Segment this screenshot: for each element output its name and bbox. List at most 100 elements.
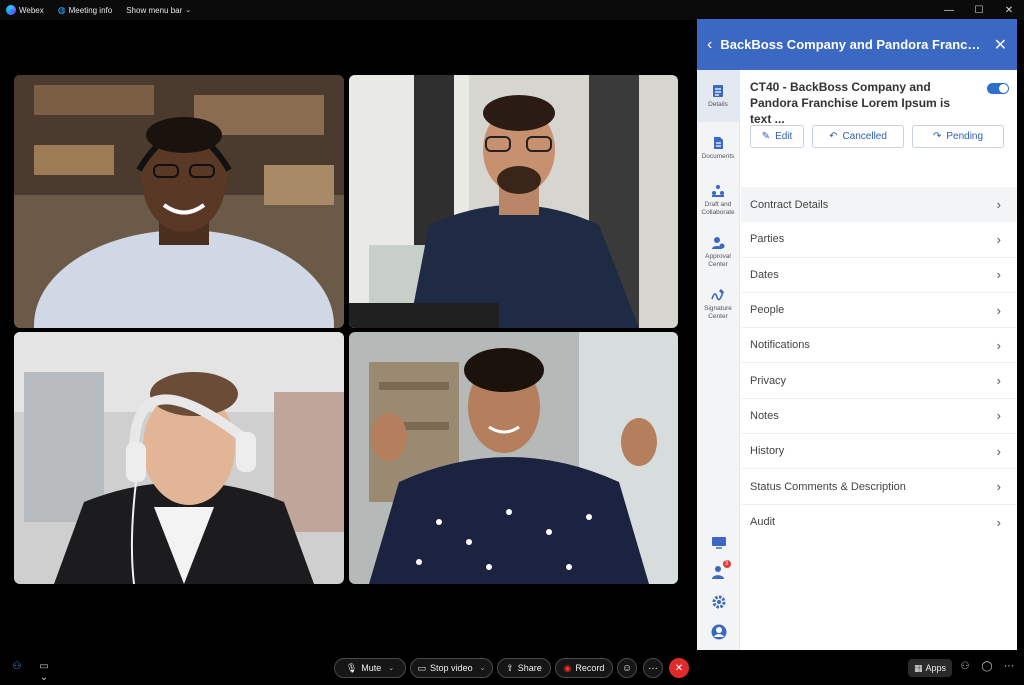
chevron-down-icon[interactable]: ⌄ bbox=[480, 664, 486, 672]
apps-button[interactable]: ▦ Apps bbox=[908, 659, 952, 677]
nav-label: Signature Center bbox=[704, 305, 732, 320]
nav-item-documents[interactable]: Documents bbox=[697, 122, 739, 174]
cancelled-label: Cancelled bbox=[842, 131, 887, 142]
action-buttons: ✎ Edit ↶ Cancelled ↷ Pending bbox=[750, 125, 1004, 148]
video-tile-participant-4[interactable] bbox=[349, 332, 678, 584]
undo-arrow-icon: ↶ bbox=[829, 131, 838, 142]
chevron-down-icon[interactable]: ⌄ bbox=[388, 664, 394, 672]
chat-dropdown-icon[interactable]: ▭ ⌄ bbox=[34, 661, 54, 683]
section-status-comments[interactable]: Status Comments & Description › bbox=[741, 469, 1017, 505]
approval-icon bbox=[712, 237, 725, 250]
chevron-right-icon: › bbox=[996, 408, 1001, 424]
chevron-right-icon: › bbox=[996, 302, 1001, 318]
globe-icon: ◍ bbox=[57, 4, 66, 15]
stop-video-label: Stop video bbox=[430, 663, 473, 673]
section-label: History bbox=[750, 445, 785, 458]
chevron-right-icon: › bbox=[996, 514, 1001, 530]
microphone-icon: 🎙︎ bbox=[345, 662, 358, 673]
title-bar: Webex ◍ Meeting info Show menu bar ⌄ — ☐… bbox=[0, 0, 1024, 20]
record-dot-icon: ◉ bbox=[563, 662, 572, 673]
video-tile-participant-2[interactable] bbox=[349, 75, 678, 328]
apps-label: Apps bbox=[925, 663, 947, 673]
section-parties[interactable]: Parties › bbox=[741, 222, 1017, 258]
screen-share-icon[interactable] bbox=[711, 534, 727, 550]
webex-app-label: Webex bbox=[6, 5, 44, 15]
participant-video bbox=[349, 332, 678, 584]
collaborate-icon bbox=[712, 185, 724, 198]
participant-status-icon[interactable]: ⚇ bbox=[10, 661, 24, 675]
section-dates[interactable]: Dates › bbox=[741, 258, 1017, 293]
meeting-info-button[interactable]: ◍ Meeting info bbox=[58, 5, 112, 16]
mute-button[interactable]: 🎙︎ Mute ⌄ bbox=[334, 658, 406, 678]
smiley-icon: ☺ bbox=[621, 662, 633, 674]
video-tile-participant-1[interactable] bbox=[14, 75, 344, 328]
reactions-button[interactable]: ☺ bbox=[617, 658, 637, 678]
section-label: Notes bbox=[750, 409, 779, 422]
section-audit[interactable]: Audit › bbox=[741, 505, 1017, 540]
more-options-button[interactable]: ··· bbox=[643, 658, 663, 678]
section-people[interactable]: People › bbox=[741, 293, 1017, 329]
show-menu-bar-label: Show menu bar bbox=[126, 5, 183, 15]
share-screen-icon: ⇪ bbox=[506, 662, 514, 673]
maximize-button[interactable]: ☐ bbox=[964, 0, 994, 20]
share-label: Share bbox=[517, 663, 542, 673]
pending-button[interactable]: ↷ Pending bbox=[912, 125, 1004, 148]
nav-label: Approval Center bbox=[705, 253, 731, 268]
details-icon bbox=[713, 84, 723, 97]
edit-button[interactable]: ✎ Edit bbox=[750, 125, 804, 148]
section-history[interactable]: History › bbox=[741, 434, 1017, 470]
side-navigation: Details Documents Draft and Collaborate … bbox=[697, 70, 740, 650]
more-dots-icon: ··· bbox=[648, 662, 658, 674]
end-meeting-button[interactable]: ✕ bbox=[669, 658, 689, 678]
signature-icon bbox=[711, 289, 724, 301]
app-name: Webex bbox=[19, 5, 44, 15]
section-label: Status Comments & Description bbox=[750, 480, 906, 493]
more-panels-icon[interactable]: ⋯ bbox=[1002, 661, 1016, 675]
minimize-button[interactable]: — bbox=[934, 0, 964, 20]
notifications-user-icon[interactable]: 3 bbox=[711, 560, 731, 580]
mute-label: Mute bbox=[361, 663, 382, 673]
section-notifications[interactable]: Notifications › bbox=[741, 328, 1017, 364]
nav-item-signature-center[interactable]: Signature Center bbox=[697, 278, 739, 330]
profile-avatar-icon[interactable] bbox=[711, 624, 727, 640]
forward-arrow-icon: ↷ bbox=[932, 131, 942, 142]
chevron-right-icon: › bbox=[996, 443, 1001, 459]
chevron-right-icon: › bbox=[996, 267, 1001, 283]
participants-icon[interactable]: ⚇ bbox=[958, 661, 972, 675]
apps-grid-icon: ▦ bbox=[913, 662, 923, 673]
section-label: Notifications bbox=[750, 339, 810, 352]
nav-item-approval-center[interactable]: Approval Center bbox=[697, 226, 739, 278]
share-button[interactable]: ⇪ Share bbox=[497, 658, 551, 678]
chevron-right-icon: › bbox=[996, 337, 1001, 353]
chevron-right-icon: › bbox=[996, 197, 1001, 213]
settings-gear-icon[interactable] bbox=[711, 594, 727, 610]
section-notes[interactable]: Notes › bbox=[741, 399, 1017, 435]
stop-video-button[interactable]: ▭ Stop video ⌄ bbox=[410, 658, 493, 678]
record-toggle[interactable] bbox=[987, 83, 1009, 94]
back-chevron-icon[interactable]: ‹ bbox=[707, 36, 712, 54]
record-label: Record bbox=[575, 663, 605, 673]
panel-header: ‹ BackBoss Company and Pandora Franchise… bbox=[697, 19, 1017, 70]
section-contract-details[interactable]: Contract Details › bbox=[741, 187, 1017, 223]
chevron-right-icon: › bbox=[996, 373, 1001, 389]
documents-icon bbox=[714, 136, 723, 149]
section-privacy[interactable]: Privacy › bbox=[741, 363, 1017, 399]
chat-icon[interactable]: ◯ bbox=[980, 661, 994, 675]
cancelled-button[interactable]: ↶ Cancelled bbox=[812, 125, 904, 148]
video-camera-icon: ▭ bbox=[417, 662, 427, 673]
record-button[interactable]: ◉ Record bbox=[555, 658, 613, 678]
chevron-right-icon: › bbox=[996, 231, 1001, 247]
nav-item-details[interactable]: Details bbox=[697, 70, 739, 122]
chevron-right-icon: › bbox=[996, 479, 1001, 495]
video-tile-participant-3[interactable] bbox=[14, 332, 344, 584]
record-title: CT40 - BackBoss Company and Pandora Fran… bbox=[750, 80, 951, 126]
window-close-button[interactable]: ✕ bbox=[994, 0, 1024, 20]
meeting-info-label: Meeting info bbox=[68, 5, 113, 15]
meeting-controls-bar: ⚇ ▭ ⌄ 🎙︎ Mute ⌄ ▭ Stop video ⌄ ⇪ Share ◉… bbox=[0, 650, 1024, 685]
pending-label: Pending bbox=[946, 131, 984, 142]
panel-title: BackBoss Company and Pandora Franchise..… bbox=[720, 37, 986, 52]
nav-item-draft-collaborate[interactable]: Draft and Collaborate bbox=[697, 174, 739, 226]
section-label: Dates bbox=[750, 268, 779, 281]
panel-close-icon[interactable]: ✕ bbox=[994, 35, 1007, 55]
show-menu-bar-button[interactable]: Show menu bar ⌄ bbox=[126, 6, 191, 15]
